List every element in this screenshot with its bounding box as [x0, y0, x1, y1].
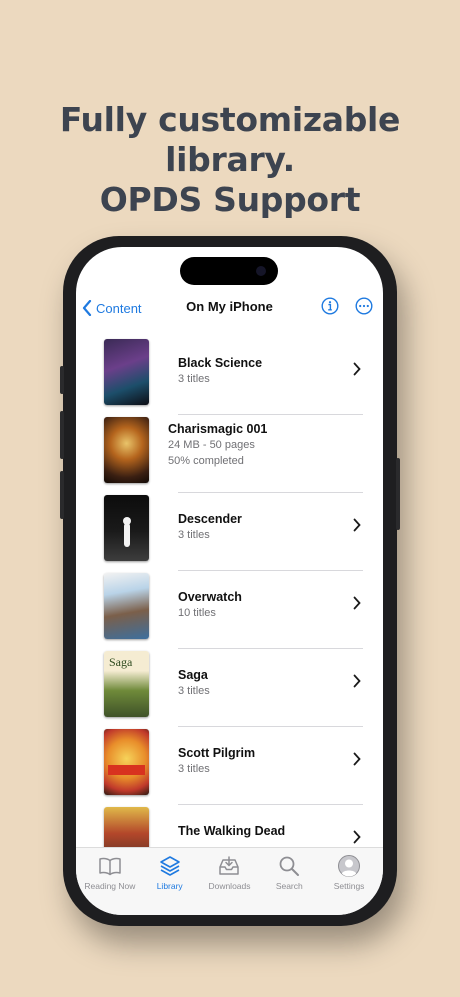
volume-up-button	[60, 411, 64, 459]
tab-bar: Reading Now Library Downloads Search Set…	[76, 847, 383, 915]
stack-icon	[159, 856, 180, 876]
tray-download-icon	[219, 856, 240, 875]
chevron-right-icon	[353, 518, 361, 532]
cover-image	[104, 729, 149, 795]
library-row-black-science[interactable]: Black Science 3 titles	[76, 339, 383, 417]
row-subtitle: 3 titles	[178, 373, 210, 385]
tab-label: Settings	[333, 881, 365, 891]
action-button	[60, 366, 64, 394]
volume-down-button	[60, 471, 64, 519]
tab-search[interactable]: Search	[259, 854, 319, 915]
row-subtitle: 3 titles	[178, 763, 210, 775]
row-title: Charismagic 001	[168, 422, 268, 436]
row-divider	[178, 414, 363, 415]
headline-line2: OPDS Support	[99, 180, 361, 219]
library-row-scott-pilgrim[interactable]: Scott Pilgrim 3 titles	[76, 729, 383, 807]
tab-settings[interactable]: Settings	[319, 854, 379, 915]
cover-image	[104, 495, 149, 561]
row-divider	[178, 804, 363, 805]
chevron-right-icon	[353, 596, 361, 610]
dynamic-island	[180, 257, 278, 285]
library-row-charismagic[interactable]: Charismagic 001 24 MB - 50 pages 50% com…	[76, 417, 383, 495]
cover-image	[104, 417, 149, 483]
phone-screen: Content On My iPhone Black Science 3 tit…	[76, 247, 383, 915]
row-divider	[178, 726, 363, 727]
chevron-right-icon	[353, 362, 361, 376]
row-progress: 50% completed	[168, 455, 244, 467]
tab-library[interactable]: Library	[140, 854, 200, 915]
cover-image: Saga	[104, 651, 149, 717]
chevron-right-icon	[353, 674, 361, 688]
row-divider	[178, 492, 363, 493]
row-subtitle: 3 titles	[178, 529, 210, 541]
tab-label: Search	[275, 881, 303, 891]
navigation-bar: Content On My iPhone	[76, 297, 383, 327]
chevron-right-icon	[353, 830, 361, 844]
row-title: Scott Pilgrim	[178, 746, 256, 760]
book-open-icon	[99, 857, 121, 876]
library-row-saga[interactable]: Saga Saga 3 titles	[76, 651, 383, 729]
chevron-right-icon	[353, 752, 361, 766]
person-circle-icon	[338, 855, 361, 877]
headline-line1: Fully customizable library.	[59, 100, 401, 179]
headline: Fully customizable library. OPDS Support	[0, 100, 460, 220]
row-title: Black Science	[178, 356, 263, 370]
row-title: The Walking Dead	[178, 824, 286, 838]
phone-frame: Content On My iPhone Black Science 3 tit…	[60, 236, 400, 926]
info-circle-icon[interactable]	[321, 297, 339, 315]
row-title: Overwatch	[178, 590, 242, 604]
library-row-overwatch[interactable]: Overwatch 10 titles	[76, 573, 383, 651]
tab-label: Library	[156, 881, 183, 891]
row-divider	[178, 570, 363, 571]
row-title: Descender	[178, 512, 242, 526]
row-divider	[178, 648, 363, 649]
library-row-descender[interactable]: Descender 3 titles	[76, 495, 383, 573]
cover-image	[104, 573, 149, 639]
tab-label: Reading Now	[84, 881, 136, 891]
row-title: Saga	[178, 668, 208, 682]
tab-reading-now[interactable]: Reading Now	[80, 854, 140, 915]
ellipsis-circle-icon[interactable]	[355, 297, 373, 315]
tab-label: Downloads	[208, 881, 251, 891]
magnifier-icon	[279, 856, 300, 876]
cover-image	[104, 339, 149, 405]
row-subtitle: 24 MB - 50 pages	[168, 439, 255, 451]
power-button	[396, 458, 400, 530]
tab-downloads[interactable]: Downloads	[200, 854, 260, 915]
row-subtitle: 3 titles	[178, 685, 210, 697]
row-subtitle: 10 titles	[178, 607, 216, 619]
